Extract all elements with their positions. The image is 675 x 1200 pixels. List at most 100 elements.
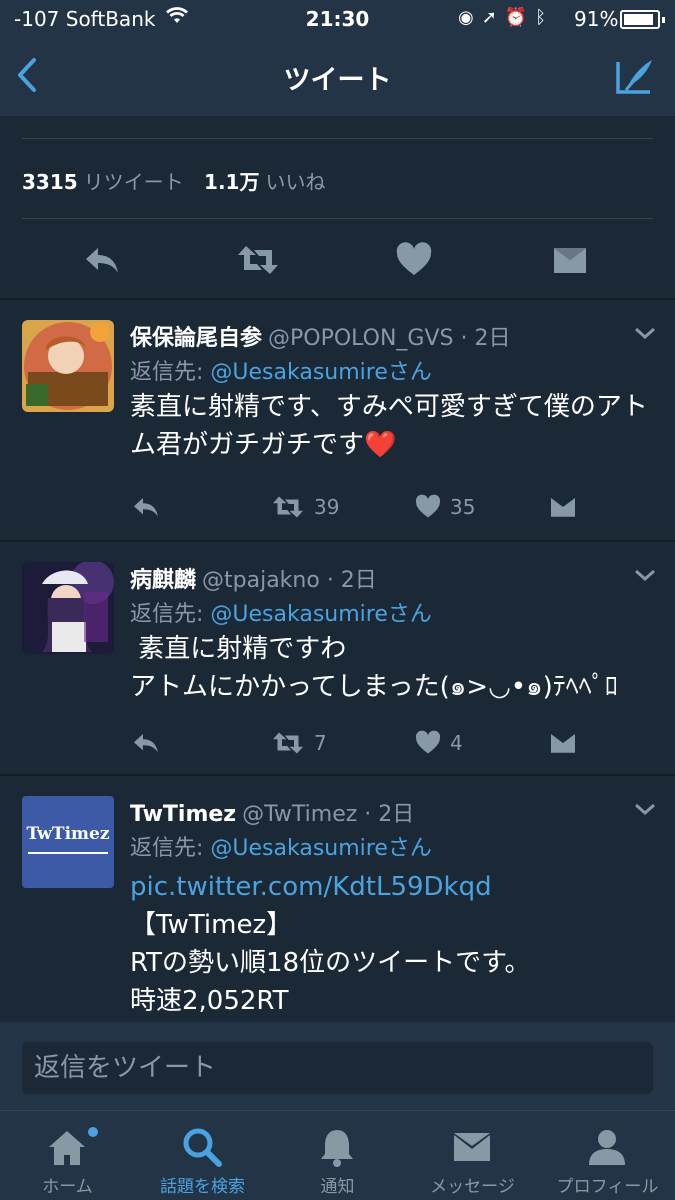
tweet-text-line: RTの勢い順18位のツイートです。 bbox=[130, 948, 531, 978]
tab-label: プロフィール bbox=[556, 1177, 659, 1197]
envelope-icon bbox=[454, 1133, 490, 1161]
reply-mention: @Uesakasumire bbox=[210, 836, 388, 861]
avatar-logo-text: TwTimez bbox=[26, 824, 110, 844]
rotation-lock-icon: ◉ bbox=[458, 7, 482, 28]
tweet-menu-button[interactable] bbox=[632, 324, 658, 342]
compose-tweet-button[interactable] bbox=[612, 54, 658, 100]
reply-mention: @Uesakasumire bbox=[210, 360, 388, 385]
reply-tweet[interactable]: 病麒麟 @tpajakno · 2日 返信先: @Uesakasumireさん 素… bbox=[0, 562, 675, 772]
reply-suffix: さん bbox=[387, 836, 432, 861]
retweet-icon bbox=[273, 732, 303, 754]
tab-profile[interactable]: プロフィール bbox=[540, 1111, 675, 1200]
retweet-button[interactable] bbox=[236, 240, 278, 280]
dm-share-button[interactable] bbox=[548, 492, 578, 522]
retweet-count-label: リツイート bbox=[83, 170, 184, 194]
reply-prefix: 返信先: bbox=[130, 602, 204, 627]
avatar[interactable]: TwTimez bbox=[22, 796, 114, 888]
tab-notifications[interactable]: 通知 bbox=[270, 1111, 405, 1200]
envelope-icon bbox=[551, 734, 575, 753]
tab-messages[interactable]: メッセージ bbox=[405, 1111, 540, 1200]
tweet-header: 保保論尾自参 @POPOLON_GVS · 2日 bbox=[130, 320, 510, 352]
page-title: ツイート bbox=[283, 65, 392, 96]
reply-mention-link[interactable]: @Uesakasumireさん bbox=[210, 836, 431, 861]
retweet-count[interactable]: 3315 bbox=[22, 170, 78, 194]
retweet-count: 39 bbox=[314, 495, 340, 519]
reply-to-line: 返信先: @Uesakasumireさん bbox=[130, 354, 432, 386]
handle-time: @POPOLON_GVS · 2日 bbox=[268, 326, 511, 351]
tab-search[interactable]: 話題を検索 bbox=[135, 1111, 270, 1200]
reply-button[interactable] bbox=[130, 728, 162, 758]
like-button[interactable]: 35 bbox=[414, 492, 475, 522]
chevron-down-icon bbox=[635, 803, 655, 816]
person-icon bbox=[589, 1130, 625, 1165]
dm-share-button[interactable] bbox=[550, 240, 590, 280]
like-count: 4 bbox=[450, 731, 463, 755]
display-name[interactable]: 保保論尾自参 bbox=[130, 326, 262, 351]
reply-suffix: さん bbox=[387, 602, 432, 627]
tweet-header: 病麒麟 @tpajakno · 2日 bbox=[130, 562, 377, 594]
tweet-text-line: 素直に射精ですわ bbox=[130, 634, 347, 664]
engagement-counts: 3315 リツイート 1.1万 いいね bbox=[22, 166, 339, 195]
tab-bar: ホーム 話題を検索 通知 メッセージ プロフィール bbox=[0, 1110, 675, 1200]
reply-suffix: さん bbox=[387, 360, 432, 385]
tweet-link[interactable]: pic.twitter.com/KdtL59Dkqd bbox=[130, 868, 650, 906]
reply-mention: @Uesakasumire bbox=[210, 602, 388, 627]
bell-icon bbox=[321, 1130, 353, 1167]
reply-mention-link[interactable]: @Uesakasumireさん bbox=[210, 360, 431, 385]
reply-icon bbox=[86, 248, 118, 273]
battery-nub bbox=[662, 17, 665, 23]
retweet-count: 7 bbox=[314, 731, 327, 755]
reply-button[interactable] bbox=[82, 240, 122, 280]
reply-prefix: 返信先: bbox=[130, 836, 204, 861]
reply-input[interactable]: 返信をツイート bbox=[22, 1042, 653, 1094]
retweet-icon bbox=[273, 496, 303, 518]
retweet-button[interactable]: 7 bbox=[270, 728, 327, 758]
tweet-text: pic.twitter.com/KdtL59Dkqd 【TwTimez】 RTの… bbox=[130, 868, 650, 1020]
divider bbox=[22, 218, 653, 219]
compose-feather-icon bbox=[616, 60, 652, 94]
tweet-stats-section: 3315 リツイート 1.1万 いいね bbox=[0, 116, 675, 300]
reply-tweet[interactable]: 保保論尾自参 @POPOLON_GVS · 2日 返信先: @Uesakasumi… bbox=[0, 320, 675, 540]
envelope-icon bbox=[554, 248, 586, 273]
section-divider bbox=[0, 298, 675, 300]
status-icons: ◉➚⏰ᛒ bbox=[458, 7, 554, 28]
handle-time: @tpajakno · 2日 bbox=[202, 568, 377, 593]
handle-time: @TwTimez · 2日 bbox=[242, 802, 415, 827]
reply-tweet[interactable]: TwTimez TwTimez @TwTimez · 2日 返信先: @Uesak… bbox=[0, 796, 675, 1022]
display-name[interactable]: 病麒麟 bbox=[130, 568, 196, 593]
reply-to-line: 返信先: @Uesakasumireさん bbox=[130, 596, 432, 628]
retweet-button[interactable]: 39 bbox=[270, 492, 339, 522]
chevron-down-icon bbox=[635, 569, 655, 582]
alarm-icon: ⏰ bbox=[504, 7, 536, 28]
tab-label: ホーム bbox=[42, 1177, 93, 1197]
status-bar: -107 SoftBank 21:30 ◉➚⏰ᛒ 91% bbox=[0, 0, 675, 40]
like-button[interactable]: 4 bbox=[414, 728, 463, 758]
tweet-menu-button[interactable] bbox=[632, 800, 658, 818]
like-count: 35 bbox=[450, 495, 476, 519]
like-button[interactable] bbox=[394, 240, 434, 280]
avatar[interactable] bbox=[22, 562, 114, 654]
battery-percent: 91% bbox=[574, 7, 619, 31]
location-icon: ➚ bbox=[481, 7, 505, 28]
heart-icon bbox=[396, 242, 432, 275]
tab-home[interactable]: ホーム bbox=[0, 1111, 135, 1200]
tweet-menu-button[interactable] bbox=[632, 566, 658, 584]
avatar[interactable] bbox=[22, 320, 114, 412]
reply-button[interactable] bbox=[130, 492, 162, 522]
reply-to-line: 返信先: @Uesakasumireさん bbox=[130, 830, 432, 862]
chevron-down-icon bbox=[635, 327, 655, 340]
heart-icon bbox=[415, 494, 441, 518]
envelope-icon bbox=[551, 498, 575, 517]
avatar-image bbox=[22, 562, 114, 654]
like-count[interactable]: 1.1万 bbox=[204, 170, 259, 194]
nav-bar: ツイート bbox=[0, 40, 675, 116]
tweet-header: TwTimez @TwTimez · 2日 bbox=[130, 796, 414, 828]
reply-mention-link[interactable]: @Uesakasumireさん bbox=[210, 602, 431, 627]
like-count-label: いいね bbox=[265, 170, 326, 194]
retweet-icon bbox=[238, 246, 278, 274]
display-name[interactable]: TwTimez bbox=[130, 802, 236, 827]
section-divider bbox=[0, 774, 675, 776]
avatar-image bbox=[22, 320, 114, 412]
tweet-text-line: 【TwTimez】 bbox=[130, 910, 293, 940]
dm-share-button[interactable] bbox=[548, 728, 578, 758]
